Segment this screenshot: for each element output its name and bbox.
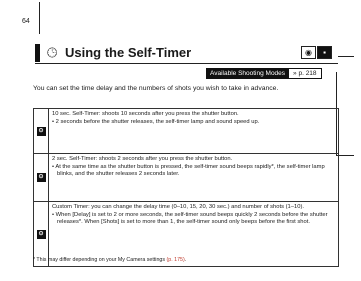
mode-note: • When [Delay] is set to 2 or more secon… [52,211,328,226]
custom-timer-icon: ⊙ [36,229,46,239]
page-number-rule [39,2,40,34]
camera-icon: ◉ [301,46,316,59]
section-title: Using the Self-Timer [65,45,192,60]
table-row: ⊙ 2 sec. Self-Timer: shoots 2 seconds af… [33,153,339,202]
mode-description: 2 sec. Self-Timer: shoots 2 seconds afte… [52,156,233,162]
self-timer-mode-table: ⊙ 10 sec. Self-Timer: shoots 10 seconds … [33,108,339,267]
available-shooting-modes: Available Shooting Modes » p. 218 [206,68,322,79]
movie-icon: ▪ [317,46,332,59]
self-timer-2s-icon: ⊙ [36,173,46,182]
available-modes-label: Available Shooting Modes [206,68,290,79]
mode-note: • At the same time as the shutter button… [52,163,325,178]
intro-text: You can set the time delay and the numbe… [33,85,279,92]
footnote: * This may differ depending on your My C… [33,257,187,263]
table-row: ⊙ 10 sec. Self-Timer: shoots 10 seconds … [33,108,339,154]
mode-description: Custom Timer: you can change the delay t… [52,204,304,210]
mode-icons: ◉ ▪ [301,46,332,59]
table-icon-cell: ⊙ [33,108,49,154]
footnote-link[interactable]: (p. 175) [166,257,184,263]
table-text-cell: 10 sec. Self-Timer: shoots 10 seconds af… [48,108,339,154]
table-icon-cell: ⊙ [33,153,49,202]
self-timer-10s-icon: ⊙ [36,126,46,136]
table-text-cell: 2 sec. Self-Timer: shoots 2 seconds afte… [48,153,339,202]
mode-note: • 2 seconds before the shutter releases,… [52,118,260,125]
margin-rule [338,56,354,57]
section-title-bar: 🕒︎ Using the Self-Timer ◉ ▪ [35,44,338,64]
self-timer-icon: 🕒︎ [47,45,58,60]
title-accent-bar [35,44,40,62]
mode-description: 10 sec. Self-Timer: shoots 10 seconds af… [52,111,239,117]
available-modes-page: p. 218 [298,70,317,77]
available-modes-link[interactable]: » p. 218 [289,68,322,79]
page-number: 64 [22,18,30,25]
